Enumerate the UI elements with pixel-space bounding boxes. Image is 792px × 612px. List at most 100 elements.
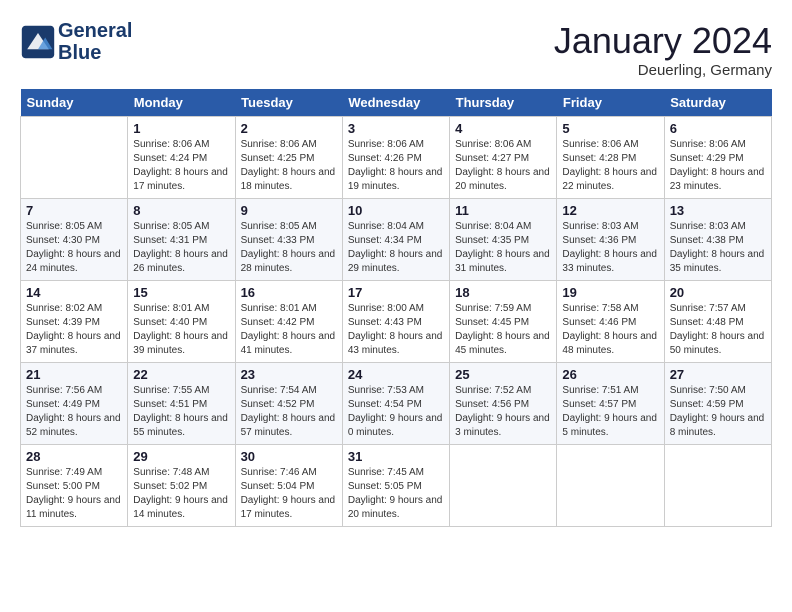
calendar-cell: 4Sunrise: 8:06 AMSunset: 4:27 PMDaylight… xyxy=(450,117,557,199)
calendar-week-2: 7Sunrise: 8:05 AMSunset: 4:30 PMDaylight… xyxy=(21,199,772,281)
calendar-cell: 15Sunrise: 8:01 AMSunset: 4:40 PMDayligh… xyxy=(128,281,235,363)
calendar-cell: 1Sunrise: 8:06 AMSunset: 4:24 PMDaylight… xyxy=(128,117,235,199)
calendar-cell: 9 Sunrise: 8:05 AMSunset: 4:33 PMDaylight… xyxy=(235,199,342,281)
day-info: Sunrise: 7:55 AMSunset: 4:51 PMDaylight:… xyxy=(133,384,229,440)
day-info: Sunrise: 8:02 AMSunset: 4:39 PMDaylight:… xyxy=(26,302,122,358)
day-number: 29 xyxy=(133,449,229,464)
day-number: 20 xyxy=(670,285,766,300)
calendar-cell: 6 Sunrise: 8:06 AMSunset: 4:29 PMDaylight… xyxy=(664,117,771,199)
day-info: Sunrise: 7:50 AMSunset: 4:59 PMDaylight:… xyxy=(670,384,766,440)
day-info: Sunrise: 8:06 AMSunset: 4:24 PMDaylight:… xyxy=(133,138,229,194)
weekday-header-thursday: Thursday xyxy=(450,89,557,117)
title-area: January 2024 Deuerling, Germany xyxy=(554,20,772,79)
day-number: 6 xyxy=(670,121,766,136)
location: Deuerling, Germany xyxy=(554,62,772,79)
weekday-header-tuesday: Tuesday xyxy=(235,89,342,117)
day-number: 30 xyxy=(241,449,337,464)
day-number: 2 xyxy=(241,121,337,136)
weekday-header-friday: Friday xyxy=(557,89,664,117)
day-info: Sunrise: 7:58 AMSunset: 4:46 PMDaylight:… xyxy=(562,302,658,358)
day-info: Sunrise: 8:01 AMSunset: 4:40 PMDaylight:… xyxy=(133,302,229,358)
day-number: 27 xyxy=(670,367,766,382)
day-number: 22 xyxy=(133,367,229,382)
calendar-cell: 3 Sunrise: 8:06 AMSunset: 4:26 PMDaylight… xyxy=(342,117,449,199)
day-info: Sunrise: 8:01 AMSunset: 4:42 PMDaylight:… xyxy=(241,302,337,358)
day-number: 5 xyxy=(562,121,658,136)
logo-icon xyxy=(20,24,56,60)
day-info: Sunrise: 7:57 AMSunset: 4:48 PMDaylight:… xyxy=(670,302,766,358)
day-info: Sunrise: 8:06 AMSunset: 4:28 PMDaylight:… xyxy=(562,138,658,194)
calendar-cell: 28Sunrise: 7:49 AMSunset: 5:00 PMDayligh… xyxy=(21,445,128,527)
calendar-cell xyxy=(21,117,128,199)
calendar-cell: 23 Sunrise: 7:54 AMSunset: 4:52 PMDayligh… xyxy=(235,363,342,445)
day-info: Sunrise: 7:48 AMSunset: 5:02 PMDaylight:… xyxy=(133,466,229,522)
day-info: Sunrise: 7:56 AMSunset: 4:49 PMDaylight:… xyxy=(26,384,122,440)
day-number: 25 xyxy=(455,367,551,382)
day-number: 19 xyxy=(562,285,658,300)
logo-line2: Blue xyxy=(58,42,132,64)
calendar-cell: 11Sunrise: 8:04 AMSunset: 4:35 PMDayligh… xyxy=(450,199,557,281)
weekday-header-row: SundayMondayTuesdayWednesdayThursdayFrid… xyxy=(21,89,772,117)
calendar-cell xyxy=(664,445,771,527)
month-title: January 2024 xyxy=(554,20,772,62)
weekday-header-saturday: Saturday xyxy=(664,89,771,117)
logo-line1: General xyxy=(58,20,132,42)
day-number: 16 xyxy=(241,285,337,300)
calendar-cell: 12 Sunrise: 8:03 AMSunset: 4:36 PMDayligh… xyxy=(557,199,664,281)
day-number: 24 xyxy=(348,367,444,382)
day-info: Sunrise: 8:05 AMSunset: 4:33 PMDaylight:… xyxy=(241,220,337,276)
day-info: Sunrise: 8:06 AMSunset: 4:26 PMDaylight:… xyxy=(348,138,444,194)
calendar-week-5: 28Sunrise: 7:49 AMSunset: 5:00 PMDayligh… xyxy=(21,445,772,527)
calendar-cell: 10Sunrise: 8:04 AMSunset: 4:34 PMDayligh… xyxy=(342,199,449,281)
calendar-cell: 20 Sunrise: 7:57 AMSunset: 4:48 PMDayligh… xyxy=(664,281,771,363)
calendar-week-4: 21 Sunrise: 7:56 AMSunset: 4:49 PMDayligh… xyxy=(21,363,772,445)
calendar-cell: 31Sunrise: 7:45 AMSunset: 5:05 PMDayligh… xyxy=(342,445,449,527)
calendar-cell xyxy=(450,445,557,527)
calendar-cell: 2 Sunrise: 8:06 AMSunset: 4:25 PMDaylight… xyxy=(235,117,342,199)
day-info: Sunrise: 7:49 AMSunset: 5:00 PMDaylight:… xyxy=(26,466,122,522)
day-info: Sunrise: 7:51 AMSunset: 4:57 PMDaylight:… xyxy=(562,384,658,440)
logo: General Blue xyxy=(20,20,132,64)
weekday-header-wednesday: Wednesday xyxy=(342,89,449,117)
calendar-week-1: 1Sunrise: 8:06 AMSunset: 4:24 PMDaylight… xyxy=(21,117,772,199)
day-number: 14 xyxy=(26,285,122,300)
day-info: Sunrise: 8:03 AMSunset: 4:36 PMDaylight:… xyxy=(562,220,658,276)
day-info: Sunrise: 7:54 AMSunset: 4:52 PMDaylight:… xyxy=(241,384,337,440)
page-header: General Blue January 2024 Deuerling, Ger… xyxy=(20,20,772,79)
day-number: 26 xyxy=(562,367,658,382)
day-info: Sunrise: 8:03 AMSunset: 4:38 PMDaylight:… xyxy=(670,220,766,276)
calendar-cell: 7Sunrise: 8:05 AMSunset: 4:30 PMDaylight… xyxy=(21,199,128,281)
day-number: 8 xyxy=(133,203,229,218)
calendar-cell: 30 Sunrise: 7:46 AMSunset: 5:04 PMDayligh… xyxy=(235,445,342,527)
day-number: 13 xyxy=(670,203,766,218)
day-number: 21 xyxy=(26,367,122,382)
calendar-cell: 8 Sunrise: 8:05 AMSunset: 4:31 PMDaylight… xyxy=(128,199,235,281)
day-info: Sunrise: 7:53 AMSunset: 4:54 PMDaylight:… xyxy=(348,384,444,440)
calendar-cell: 29 Sunrise: 7:48 AMSunset: 5:02 PMDayligh… xyxy=(128,445,235,527)
calendar-cell xyxy=(557,445,664,527)
logo-text: General Blue xyxy=(58,20,132,64)
calendar-cell: 26 Sunrise: 7:51 AMSunset: 4:57 PMDayligh… xyxy=(557,363,664,445)
day-number: 9 xyxy=(241,203,337,218)
weekday-header-monday: Monday xyxy=(128,89,235,117)
calendar-cell: 13 Sunrise: 8:03 AMSunset: 4:38 PMDayligh… xyxy=(664,199,771,281)
day-number: 3 xyxy=(348,121,444,136)
day-number: 23 xyxy=(241,367,337,382)
day-number: 11 xyxy=(455,203,551,218)
day-info: Sunrise: 8:06 AMSunset: 4:25 PMDaylight:… xyxy=(241,138,337,194)
calendar-cell: 16 Sunrise: 8:01 AMSunset: 4:42 PMDayligh… xyxy=(235,281,342,363)
day-info: Sunrise: 8:05 AMSunset: 4:31 PMDaylight:… xyxy=(133,220,229,276)
day-info: Sunrise: 7:46 AMSunset: 5:04 PMDaylight:… xyxy=(241,466,337,522)
calendar-table: SundayMondayTuesdayWednesdayThursdayFrid… xyxy=(20,89,772,527)
calendar-cell: 19 Sunrise: 7:58 AMSunset: 4:46 PMDayligh… xyxy=(557,281,664,363)
calendar-cell: 17Sunrise: 8:00 AMSunset: 4:43 PMDayligh… xyxy=(342,281,449,363)
day-number: 18 xyxy=(455,285,551,300)
day-info: Sunrise: 8:06 AMSunset: 4:29 PMDaylight:… xyxy=(670,138,766,194)
day-number: 7 xyxy=(26,203,122,218)
day-number: 31 xyxy=(348,449,444,464)
day-info: Sunrise: 8:00 AMSunset: 4:43 PMDaylight:… xyxy=(348,302,444,358)
calendar-cell: 22 Sunrise: 7:55 AMSunset: 4:51 PMDayligh… xyxy=(128,363,235,445)
calendar-cell: 21 Sunrise: 7:56 AMSunset: 4:49 PMDayligh… xyxy=(21,363,128,445)
day-number: 12 xyxy=(562,203,658,218)
calendar-cell: 18Sunrise: 7:59 AMSunset: 4:45 PMDayligh… xyxy=(450,281,557,363)
